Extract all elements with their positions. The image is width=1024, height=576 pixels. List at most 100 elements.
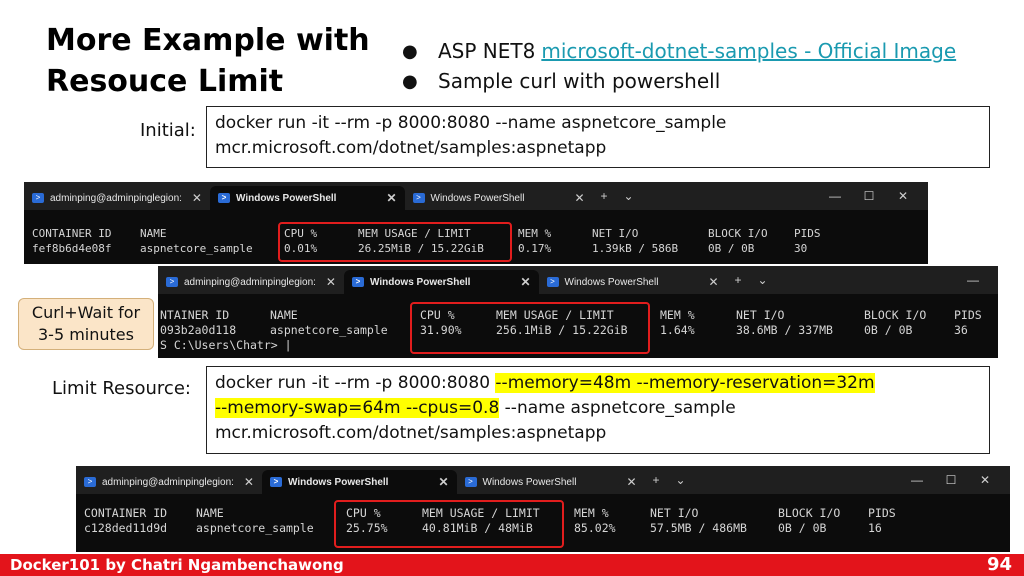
col-block-io: BLOCK I/O [864,308,927,322]
terminal-tab-bar: > adminping@adminpinglegion: ✕ > Windows Po… [76,466,1010,494]
limit-command-line-3: mcr.microsoft.com/dotnet/samples:aspneta… [215,423,607,443]
limit-line-2-highlight: --memory-swap=64m --cpus=0.8 [215,398,500,418]
bullet-text: Sample curl with powershell [438,69,721,93]
initial-command-line-1: docker run -it --rm -p 8000:8080 --name … [215,113,727,133]
col-pids: PIDS [794,227,821,240]
window-close-button[interactable]: ✕ [968,473,1002,487]
new-tab-button[interactable]: + [601,189,608,203]
callout-line-1: Curl+Wait for [31,303,141,322]
bullet-item: ● Sample curl with powershell [402,66,956,96]
powershell-icon: > [84,477,96,487]
limit-command-box: docker run -it --rm -p 8000:8080 --memor… [206,366,990,454]
close-icon[interactable]: ✕ [574,191,584,205]
col-mem-pct: MEM % [518,227,552,240]
minimize-button[interactable]: — [818,189,852,203]
tab-admin[interactable]: > adminping@adminpinglegion: ✕ [158,270,344,294]
initial-label: Initial: [140,120,196,141]
tab-powershell[interactable]: > Windows PowerShell ✕ [405,186,593,210]
col-net-io: NET I/O [736,308,785,322]
highlight-box [334,500,564,548]
tab-powershell-active[interactable]: > Windows PowerShell ✕ [343,270,539,294]
cell-pids: 36 [954,323,968,337]
powershell-icon: > [166,277,178,287]
official-image-link[interactable]: microsoft-dotnet-samples - Official Imag… [541,39,956,63]
close-icon[interactable]: ✕ [708,275,718,289]
maximize-button[interactable]: ☐ [852,189,886,203]
highlight-box [410,302,650,354]
cell-name: aspnetcore_sample [196,521,314,535]
limit-resource-label: Limit Resource: [52,378,191,399]
limit-command-line-1: docker run -it --rm -p 8000:8080 --memor… [215,371,981,396]
limit-line-1-plain: docker run -it --rm -p 8000:8080 [215,373,496,393]
tab-powershell[interactable]: > Windows PowerShell ✕ [539,270,727,294]
tab-label: adminping@adminpinglegion: [102,476,234,488]
prompt-text: S C:\Users\Chatr> [160,338,278,352]
chevron-down-icon[interactable]: ⌄ [676,473,686,487]
col-container-id: NTAINER ID [160,308,230,322]
close-icon[interactable]: ✕ [438,475,448,489]
col-pids: PIDS [954,308,982,322]
cell-net-io: 38.6MB / 337MB [736,323,833,337]
tab-admin[interactable]: > adminping@adminpinglegion: ✕ [76,470,262,494]
cell-block-io: 0B / 0B [778,521,827,535]
limit-command-line-2: --memory-swap=64m --cpus=0.8 --name aspn… [215,396,981,421]
cell-net-io: 57.5MB / 486MB [650,521,747,535]
cell-container-id: fef8b6d4e08f [32,242,112,255]
terminal-window-3: > adminping@adminpinglegion: ✕ > Windows Po… [76,466,1010,552]
close-icon[interactable]: ✕ [520,275,530,289]
highlight-box [278,222,512,262]
powershell-icon: > [32,193,44,203]
col-pids: PIDS [868,506,896,520]
terminal-tab-bar: > adminping@adminpinglegion: ✕ > Windows Po… [24,182,928,210]
col-container-id: CONTAINER ID [84,506,168,520]
tab-label: Windows PowerShell [369,276,471,288]
terminal-window-2: > adminping@adminpinglegion: ✕ > Windows Po… [158,266,998,358]
footer-bar: Docker101 by Chatri Ngambenchawong 94 [0,554,1024,576]
footer-author: Docker101 by Chatri Ngambenchawong [10,556,344,574]
close-icon[interactable]: ✕ [244,475,254,489]
powershell-icon: > [269,477,282,487]
cell-block-io: 0B / 0B [708,242,755,255]
window-controls: — ☐ ✕ [900,466,1002,494]
tab-label: adminping@adminpinglegion: [184,276,316,288]
cell-container-id: 093b2a0d118 [160,323,237,337]
window-close-button[interactable]: ✕ [886,189,920,203]
cell-mem-pct: 0.17% [518,242,552,255]
page-number: 94 [986,554,1012,575]
powershell-icon: > [464,477,477,487]
cell-block-io: 0B / 0B [864,323,913,337]
col-net-io: NET I/O [650,506,699,520]
minimize-button[interactable]: — [900,473,934,487]
col-block-io: BLOCK I/O [778,506,841,520]
slide-title: More Example with Resouce Limit [46,20,386,102]
col-mem-pct: MEM % [574,506,609,520]
close-icon[interactable]: ✕ [326,275,336,289]
col-name: NAME [196,506,224,520]
cell-container-id: c128ded11d9d [84,521,168,535]
close-icon[interactable]: ✕ [192,191,202,205]
close-icon[interactable]: ✕ [386,191,396,205]
maximize-button[interactable]: ☐ [934,473,968,487]
chevron-down-icon[interactable]: ⌄ [758,273,768,287]
terminal-tab-bar: > adminping@adminpinglegion: ✕ > Windows Po… [158,266,998,294]
bullet-dot-icon: ● [402,70,418,92]
tab-powershell[interactable]: > Windows PowerShell ✕ [457,470,645,494]
powershell-icon: > [546,277,559,287]
tab-powershell-active[interactable]: > Windows PowerShell ✕ [261,470,457,494]
tab-powershell-active[interactable]: > Windows PowerShell ✕ [209,186,405,210]
cell-mem-pct: 1.64% [660,323,695,337]
cell-mem-pct: 85.02% [574,521,616,535]
col-name: NAME [270,308,298,322]
new-tab-button[interactable]: + [653,473,660,487]
minimize-button[interactable]: — [956,273,990,287]
window-controls: — [956,266,990,294]
cell-pids: 30 [794,242,808,255]
close-icon[interactable]: ✕ [626,475,636,489]
limit-line-1-highlight: --memory=48m --memory-reservation=32m [495,373,875,393]
initial-command-box: docker run -it --rm -p 8000:8080 --name … [206,106,990,168]
col-name: NAME [140,227,167,240]
tab-admin[interactable]: > adminping@adminpinglegion: ✕ [24,186,210,210]
new-tab-button[interactable]: + [735,273,742,287]
chevron-down-icon[interactable]: ⌄ [624,189,634,203]
title-line-2: Resouce Limit [46,64,284,99]
